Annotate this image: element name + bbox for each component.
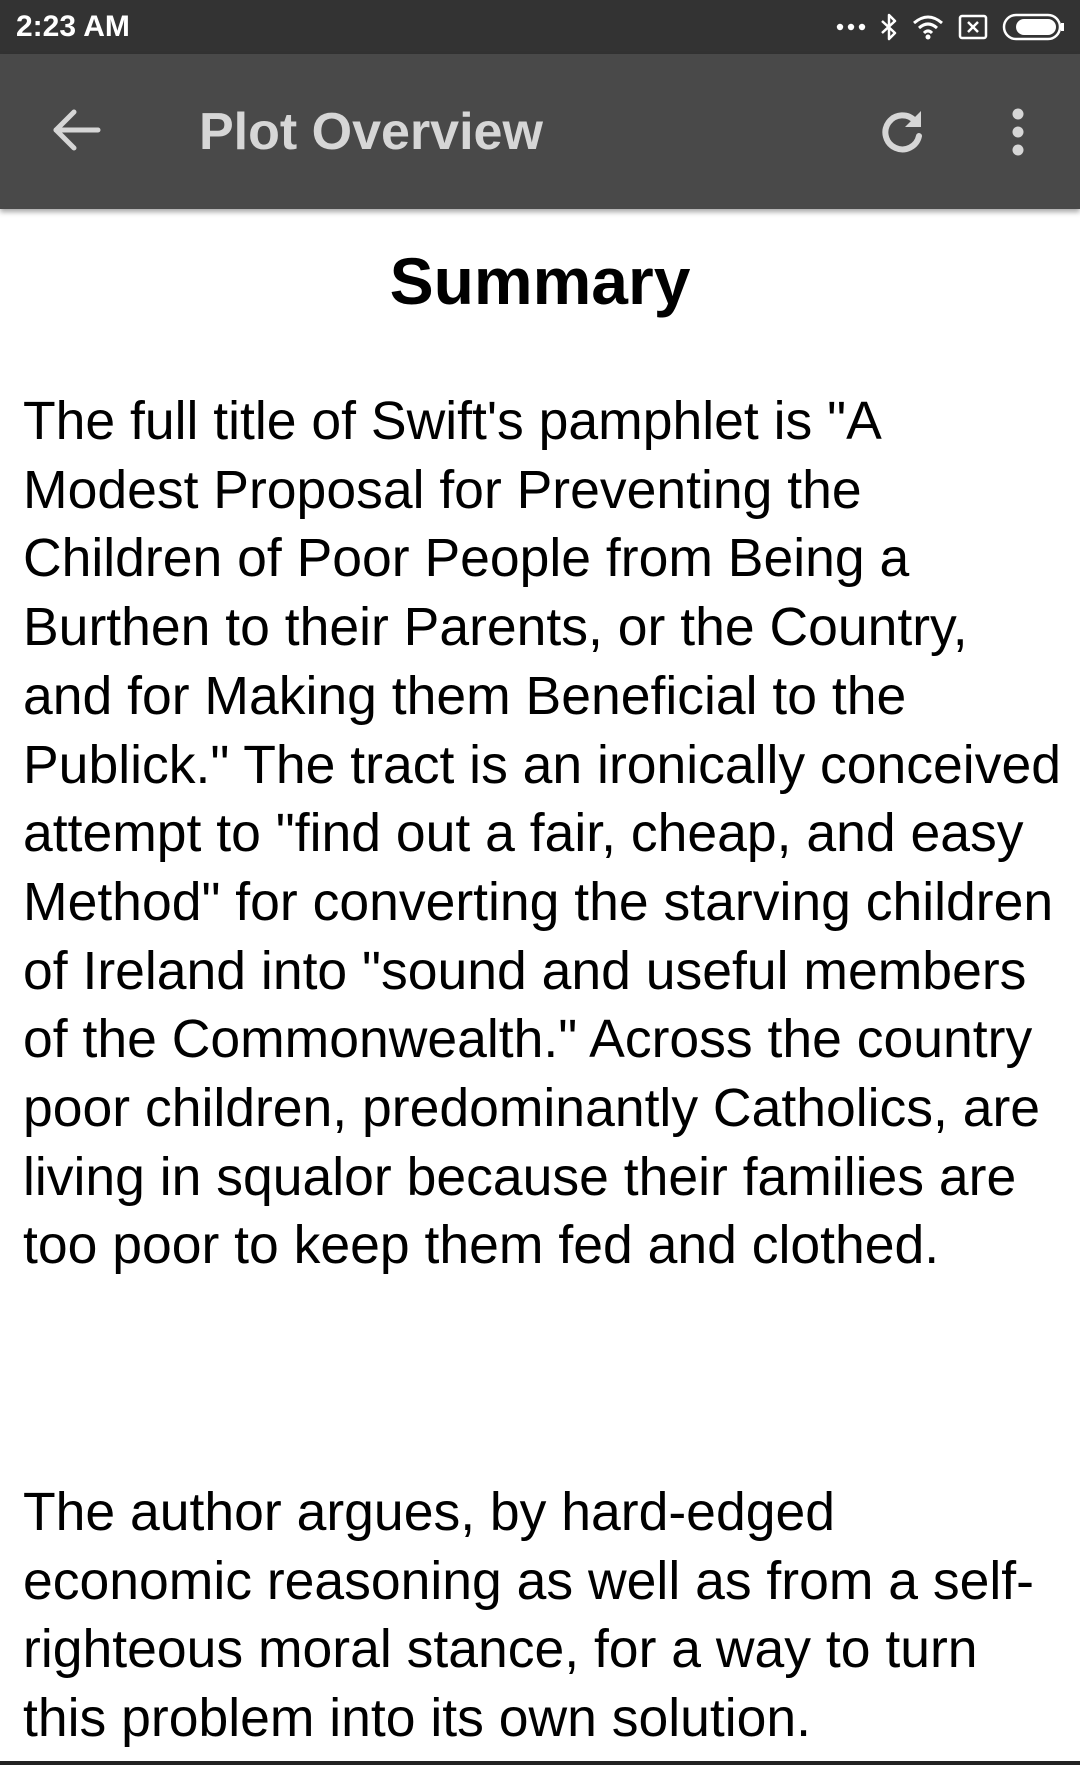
more-options-button[interactable]: [994, 104, 1042, 164]
more-dots-icon: [836, 22, 866, 32]
app-bar: Plot Overview: [0, 54, 1080, 209]
status-icons: [836, 8, 1066, 46]
wifi-icon: [912, 14, 944, 40]
refresh-button[interactable]: [872, 104, 932, 164]
summary-paragraph-1: The full title of Swift's pamphlet is "A…: [23, 392, 1061, 1276]
refresh-icon: [877, 107, 927, 162]
summary-heading: Summary: [389, 244, 691, 318]
content-area[interactable]: Summary The full title of Swift's pamphl…: [0, 209, 1080, 1765]
battery-icon: [1002, 13, 1066, 41]
bottom-divider: [0, 1761, 1080, 1765]
arrow-back-icon: [52, 108, 102, 157]
back-button[interactable]: [42, 104, 112, 160]
more-vert-icon: [1011, 107, 1025, 162]
page-title: Plot Overview: [199, 103, 543, 161]
status-time: 2:23 AM: [16, 10, 130, 43]
summary-paragraph-2: The author argues, by hard-edged economi…: [23, 1483, 1034, 1749]
bluetooth-icon: [880, 13, 898, 41]
status-bar: 2:23 AM: [0, 0, 1080, 54]
sim-x-icon: [958, 14, 988, 40]
